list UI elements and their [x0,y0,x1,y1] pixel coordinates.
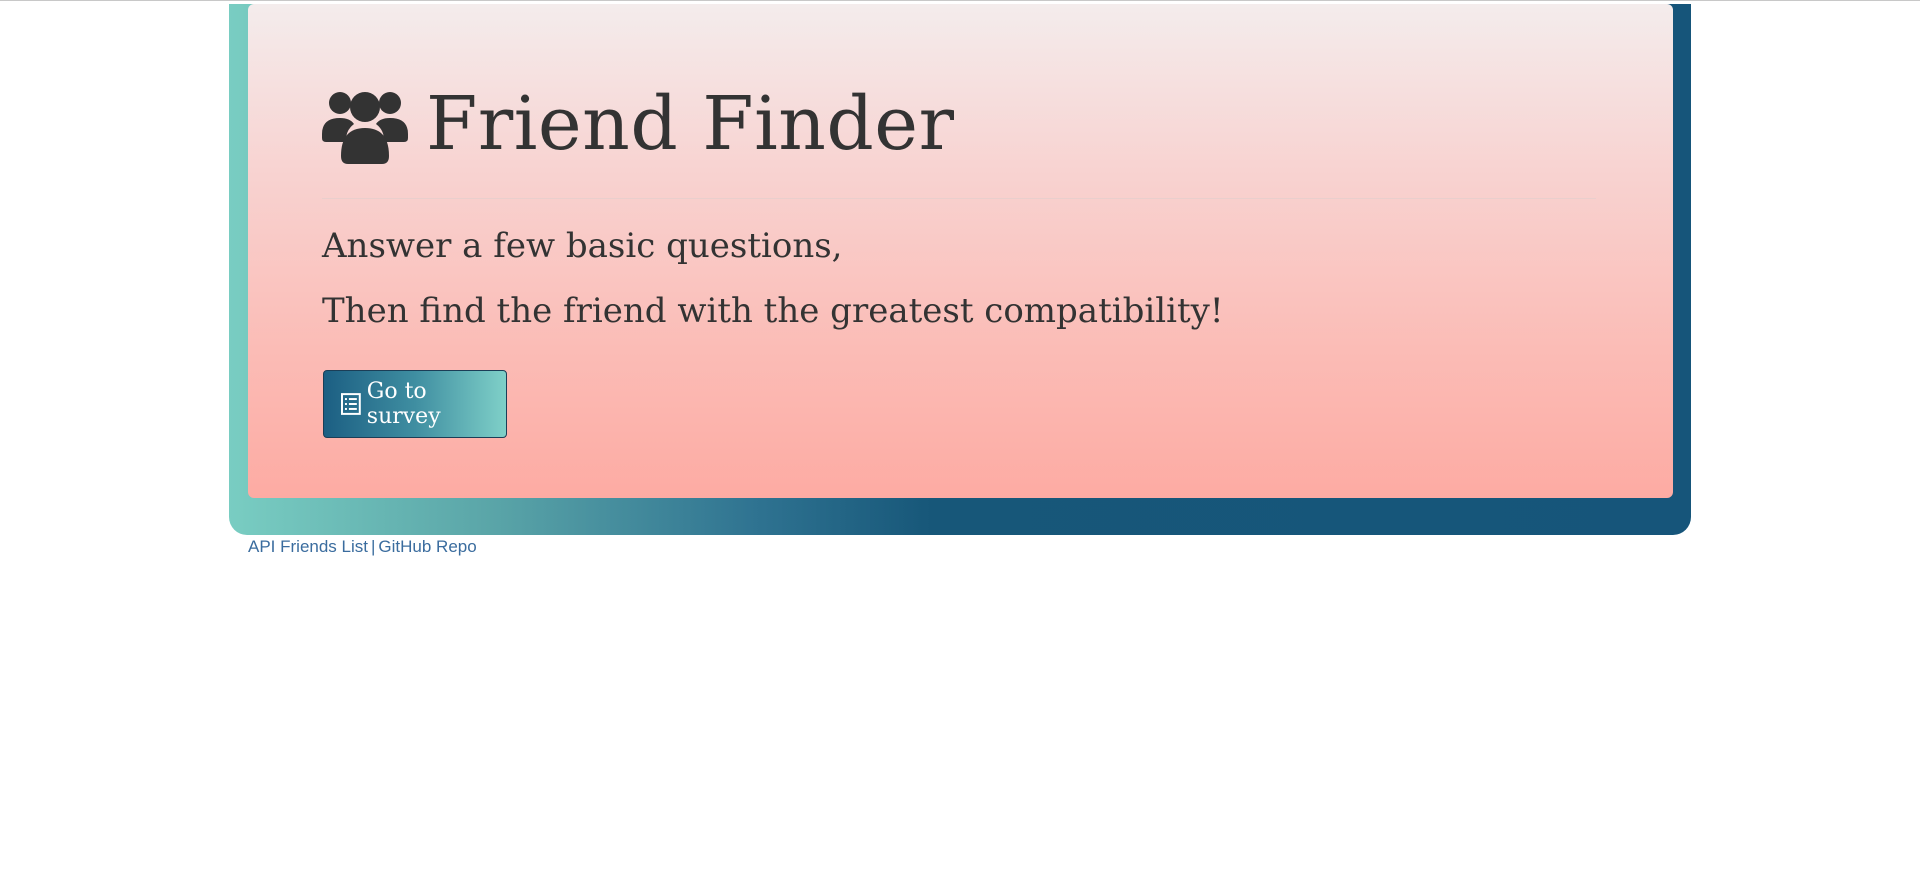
jumbotron: Friend Finder Answer a few basic questio… [248,4,1673,498]
intro-line-2: Then find the friend with the greatest c… [322,291,1224,331]
footer-separator: | [371,537,376,556]
footer-links: API Friends List | GitHub Repo [248,537,477,557]
api-friends-list-link[interactable]: API Friends List [248,537,368,556]
title-text: Friend Finder [426,81,955,167]
list-icon [341,393,361,415]
top-border [0,0,1920,1]
survey-button-label: Go to survey [366,379,441,429]
divider [322,198,1596,199]
github-repo-link[interactable]: GitHub Repo [378,537,476,556]
intro-line-1: Answer a few basic questions, [322,226,843,266]
page-title: Friend Finder [322,84,954,164]
users-icon [322,92,408,164]
go-to-survey-button[interactable]: Go to survey [323,370,507,438]
